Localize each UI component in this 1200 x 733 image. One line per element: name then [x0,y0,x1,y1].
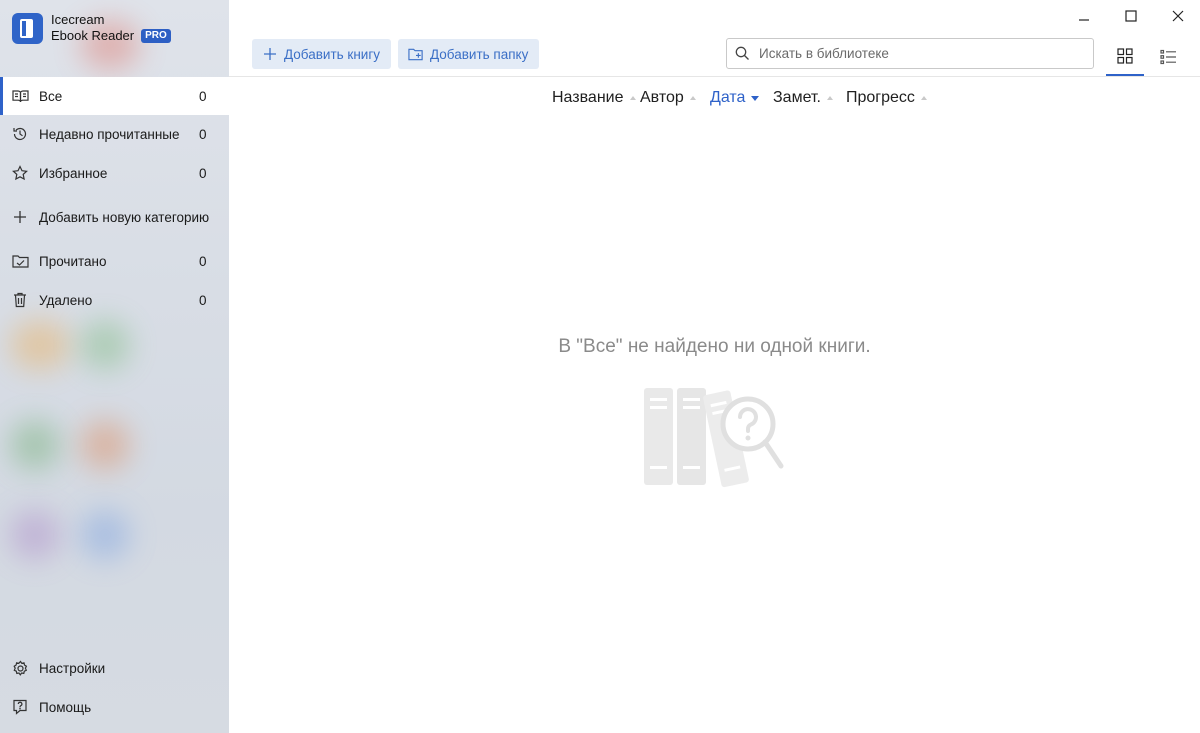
close-button[interactable] [1166,4,1190,28]
sidebar-item-read[interactable]: Прочитано 0 [0,242,229,280]
trash-icon [11,291,29,309]
sidebar-item-label: Избранное [39,165,108,181]
sidebar-item-label: Помощь [39,699,92,715]
sort-label: Название [552,89,624,106]
book-open-icon [11,87,29,105]
folder-plus-icon [408,46,424,62]
empty-state-message: В "Все" не найдено ни одной книги. [558,336,871,357]
sort-by-author[interactable]: Автор [640,89,696,107]
sidebar: Icecream Ebook Reader PRO Все 0 Недавно … [0,0,229,733]
sidebar-item-count: 0 [199,165,207,181]
search-input[interactable] [759,46,1079,61]
sort-arrow-icon [920,96,927,100]
sidebar-item-label: Добавить новую категорию [39,209,210,225]
folder-check-icon [11,252,29,270]
sidebar-item-favorites[interactable]: Избранное 0 [0,154,229,192]
grid-view-button[interactable] [1106,38,1144,76]
sort-label: Замет. [773,89,821,106]
sidebar-item-deleted[interactable]: Удалено 0 [0,281,229,319]
sidebar-item-label: Недавно прочитанные [39,126,180,142]
sidebar-item-count: 0 [199,126,207,142]
add-book-button[interactable]: Добавить книгу [252,39,391,69]
add-folder-button[interactable]: Добавить папку [398,39,540,69]
list-view-icon [1159,49,1176,65]
app-name-line2: Ebook Reader [51,28,135,43]
add-category-button[interactable]: Добавить новую категорию [0,198,229,236]
add-book-label: Добавить книгу [284,46,380,62]
list-view-button[interactable] [1149,38,1187,76]
plus-icon [11,208,29,226]
sidebar-item-label: Прочитано [39,253,107,269]
sort-label: Автор [640,89,684,106]
close-icon [1172,10,1184,22]
add-folder-label: Добавить папку [430,46,529,62]
sort-arrow-icon [629,96,636,100]
star-icon [11,164,29,182]
sort-arrow-icon [689,96,696,100]
app-name-line1: Icecream [51,12,105,27]
sidebar-item-count: 0 [199,292,207,308]
sort-label: Дата [710,89,746,106]
sidebar-item-count: 0 [199,253,207,269]
help-icon [11,698,29,716]
search-icon [735,46,751,62]
app-brand: Icecream Ebook Reader PRO [12,10,171,46]
sort-by-title[interactable]: Название [552,89,636,107]
sidebar-item-count: 0 [199,88,207,104]
sort-label: Прогресс [846,89,915,106]
maximize-icon [1125,10,1137,22]
top-toolbar: Добавить книгу Добавить папку [229,0,1200,77]
sort-arrow-icon [826,96,833,100]
maximize-button[interactable] [1119,4,1143,28]
sidebar-item-label: Настройки [39,660,106,676]
sidebar-item-recent[interactable]: Недавно прочитанные 0 [0,115,229,153]
app-logo-icon [12,12,43,44]
grid-view-icon [1117,48,1133,64]
sidebar-item-settings[interactable]: Настройки [0,649,229,687]
search-box [726,38,1094,69]
empty-library-illustration-icon [644,388,784,488]
sort-by-notes[interactable]: Замет. [773,89,833,107]
sort-by-date[interactable]: Дата [710,89,760,107]
sidebar-item-label: Все [39,88,63,104]
history-icon [11,125,29,143]
minimize-button[interactable] [1072,4,1096,28]
sort-arrow-down-icon [751,95,760,101]
sidebar-item-help[interactable]: Помощь [0,688,229,726]
minimize-icon [1079,19,1089,21]
sort-by-progress[interactable]: Прогресс [846,89,927,107]
sidebar-item-label: Удалено [39,292,93,308]
sidebar-item-all[interactable]: Все 0 [0,77,229,115]
plus-icon [262,46,278,62]
gear-icon [11,659,29,677]
pro-badge: PRO [141,29,171,43]
